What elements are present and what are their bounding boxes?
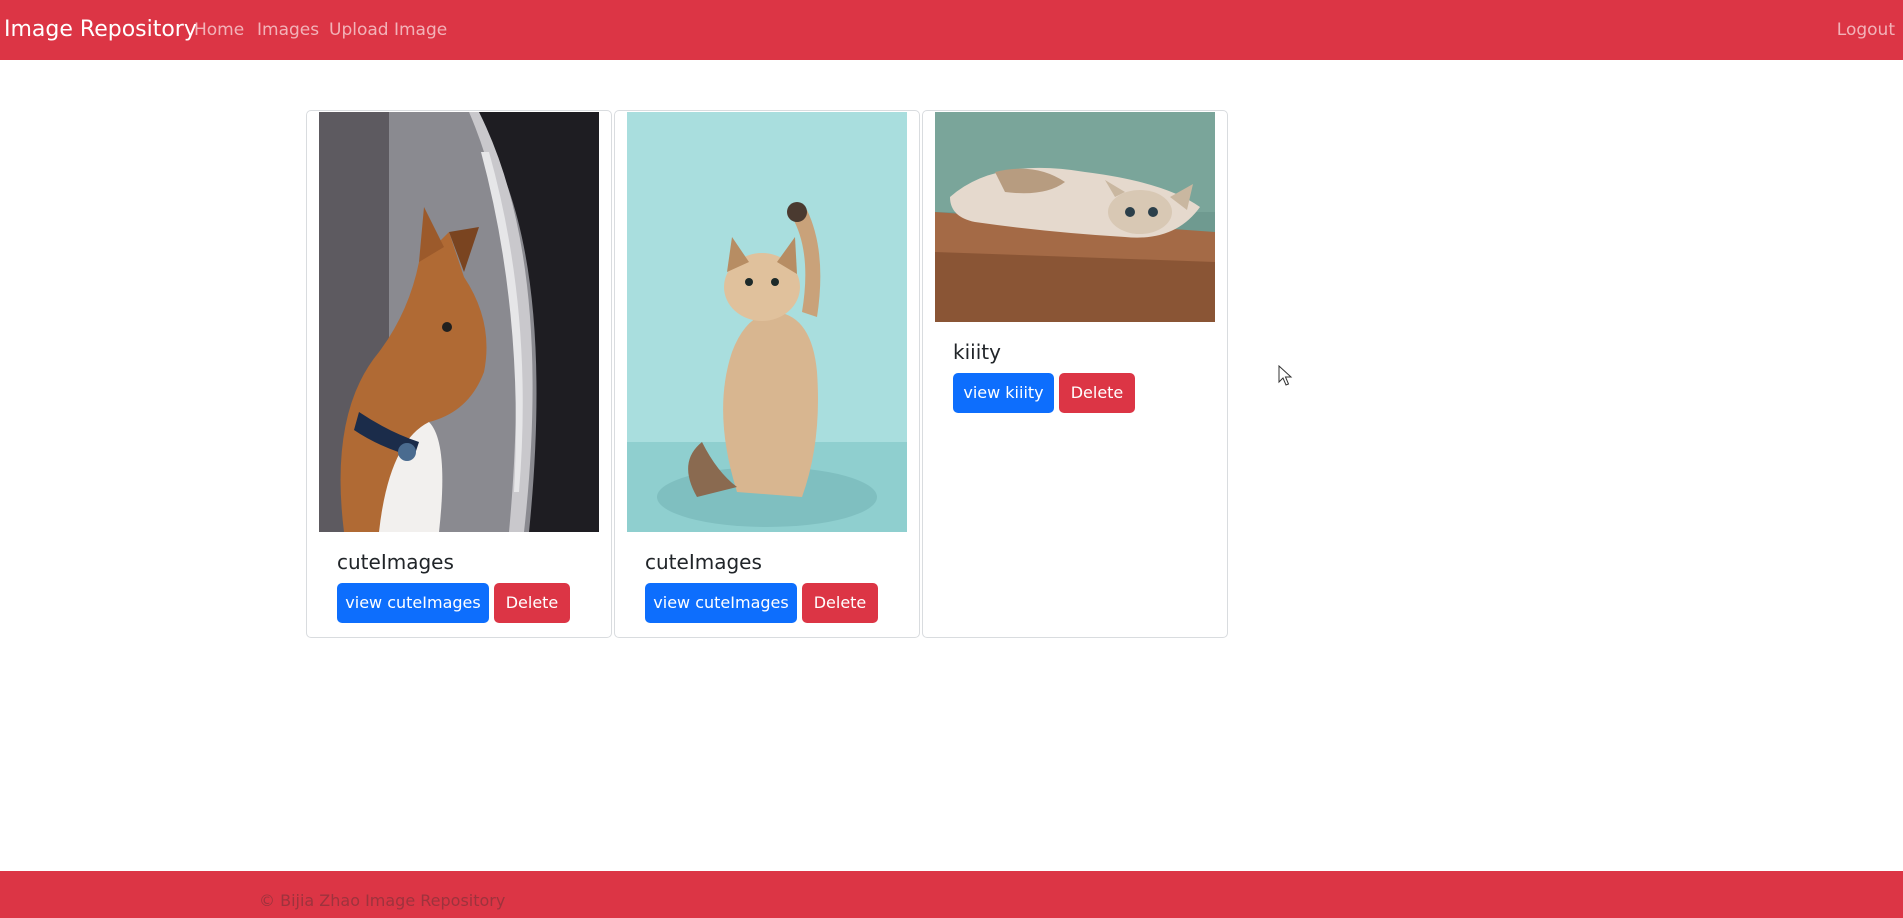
card-image-cat-by-window	[319, 112, 599, 532]
logout-link[interactable]: Logout	[1837, 19, 1895, 41]
navbar: Image Repository Home Images Upload Imag…	[0, 0, 1903, 60]
view-button[interactable]: view kiiity	[953, 373, 1054, 413]
image-card: kiiity view kiiity Delete	[922, 110, 1228, 638]
image-card: cuteImages view cuteImages Delete	[306, 110, 612, 638]
delete-button[interactable]: Delete	[494, 583, 570, 623]
card-title: kiiity	[953, 340, 1001, 364]
image-card: cuteImages view cuteImages Delete	[614, 110, 920, 638]
delete-button[interactable]: Delete	[802, 583, 878, 623]
nav-upload-image-link[interactable]: Upload Image	[329, 19, 447, 41]
brand-link[interactable]: Image Repository	[4, 16, 197, 44]
view-button[interactable]: view cuteImages	[645, 583, 797, 623]
footer-copyright: © Bijia Zhao Image Repository	[259, 891, 506, 910]
card-title: cuteImages	[337, 550, 454, 574]
view-button[interactable]: view cuteImages	[337, 583, 489, 623]
nav-home-link[interactable]: Home	[194, 19, 244, 41]
mouse-cursor-icon	[1278, 364, 1294, 387]
delete-button[interactable]: Delete	[1059, 373, 1135, 413]
card-image-cat-lying-on-floor	[935, 112, 1215, 322]
footer: © Bijia Zhao Image Repository	[0, 871, 1903, 918]
card-image-kitten-raising-paw	[627, 112, 907, 532]
nav-images-link[interactable]: Images	[257, 19, 319, 41]
card-title: cuteImages	[645, 550, 762, 574]
